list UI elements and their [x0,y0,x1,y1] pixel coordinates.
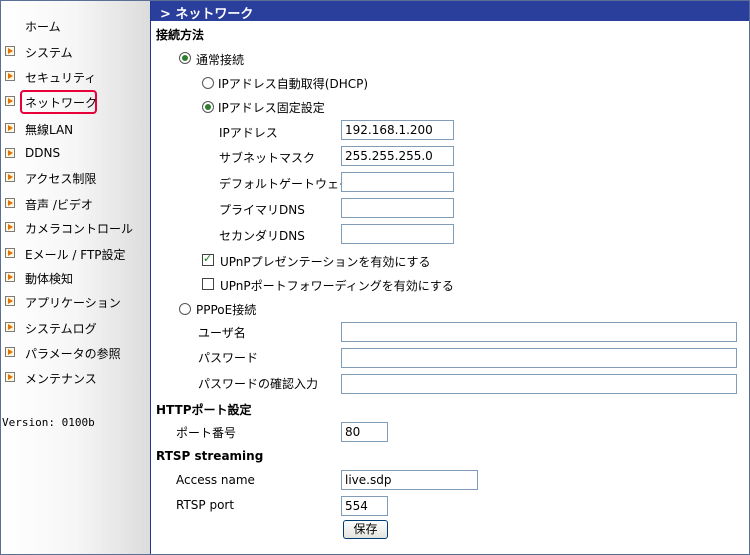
gateway-input[interactable] [341,172,454,192]
dhcp-label: IPアドレス自動取得(DHCP) [218,77,369,91]
arrow-icon [5,96,15,106]
arrow-icon [5,296,15,306]
sidebar-item-security[interactable]: セキュリティ [1,66,149,88]
connection-section-title: 接続方法 [156,28,205,42]
primary-dns-input[interactable] [341,198,454,218]
ip-address-input[interactable]: 192.168.1.200 [341,120,454,140]
sidebar-item-label: DDNS [25,146,61,160]
sidebar-item-application[interactable]: アプリケーション [1,291,149,313]
sidebar-item-network[interactable]: ネットワーク [1,90,149,114]
sidebar-item-label: アプリケーション [25,296,121,310]
http-section-title: HTTPポート設定 [156,403,252,417]
arrow-icon [5,46,15,56]
password-label: パスワード [198,351,259,365]
arrow-icon [5,71,15,81]
arrow-icon [5,172,15,182]
password-input[interactable] [341,348,737,368]
username-label: ユーザ名 [198,326,246,340]
sidebar-item-label: 動体検知 [25,272,74,286]
pppoe-radio[interactable] [179,303,191,315]
arrow-icon [5,322,15,332]
arrow-icon [5,347,15,357]
dhcp-radio[interactable] [202,77,214,89]
rtsp-port-input[interactable]: 554 [341,496,388,516]
sidebar-item-ddns[interactable]: DDNS [1,143,149,165]
http-port-label: ポート番号 [176,426,237,440]
secondary-dns-input[interactable] [341,224,454,244]
arrow-icon [5,123,15,133]
arrow-icon [5,222,15,232]
network-settings-form: 接続方法 通常接続 IPアドレス自動取得(DHCP) IPアドレス固定設定 IP… [151,21,749,554]
sidebar-item-label: メンテナンス [25,372,97,386]
sidebar-item-motion-detection[interactable]: 動体検知 [1,267,149,289]
static-ip-radio[interactable] [202,101,214,113]
sidebar: ホーム システム セキュリティ ネットワーク 無線LAN DDNS アクセス制限 [1,1,151,554]
sidebar-item-parameter-reference[interactable]: パラメータの参照 [1,342,149,364]
pppoe-label: PPPoE接続 [196,303,257,317]
upnp-presentation-label: UPnPプレゼンテーションを有効にする [220,255,431,269]
rtsp-section-title: RTSP streaming [156,449,264,463]
upnp-port-forwarding-checkbox[interactable] [202,278,214,290]
http-port-input[interactable]: 80 [341,422,388,442]
upnp-presentation-checkbox[interactable] [202,252,214,266]
secondary-dns-label: セカンダリDNS [219,229,305,243]
sidebar-item-label: 音声 /ビデオ [25,198,93,212]
sidebar-item-label: Eメール / FTP設定 [25,248,126,262]
rtsp-access-name-label: Access name [176,473,255,487]
sidebar-item-label: パラメータの参照 [25,347,121,361]
sidebar-item-system[interactable]: システム [1,41,149,63]
normal-connection-radio[interactable] [179,52,191,64]
rtsp-port-label: RTSP port [176,498,235,512]
sidebar-item-access-restriction[interactable]: アクセス制限 [1,167,149,189]
sidebar-item-label: 無線LAN [25,123,74,137]
password-confirm-label: パスワードの確認入力 [198,377,319,391]
page-frame: ホーム システム セキュリティ ネットワーク 無線LAN DDNS アクセス制限 [0,0,750,555]
sidebar-item-label: ネットワーク [25,96,98,110]
arrow-icon [5,248,15,258]
arrow-icon [5,148,15,158]
upnp-port-forwarding-label: UPnPポートフォワーディングを有効にする [220,279,454,293]
primary-dns-label: プライマリDNS [219,203,305,217]
subnet-mask-label: サブネットマスク [219,151,316,165]
sidebar-item-home[interactable]: ホーム [1,15,149,37]
ip-address-label: IPアドレス [219,126,278,140]
sidebar-item-audio-video[interactable]: 音声 /ビデオ [1,193,149,215]
sidebar-item-maintenance[interactable]: メンテナンス [1,367,149,389]
sidebar-item-label: セキュリティ [25,71,97,85]
gateway-label: デフォルトゲートウェイ [219,177,352,191]
rtsp-access-name-input[interactable]: live.sdp [341,470,478,490]
sidebar-item-label: ホーム [25,20,61,34]
version-text: Version: 0100b [2,416,95,429]
sidebar-item-label: システムログ [25,322,97,336]
subnet-mask-input[interactable]: 255.255.255.0 [341,146,454,166]
sidebar-item-label: システム [25,46,73,60]
sidebar-item-system-log[interactable]: システムログ [1,317,149,339]
save-button[interactable]: 保存 [343,520,388,539]
password-confirm-input[interactable] [341,374,737,394]
arrow-icon [5,198,15,208]
sidebar-item-label: カメラコントロール [25,222,134,236]
sidebar-item-email-ftp[interactable]: Eメール / FTP設定 [1,243,149,265]
static-ip-label: IPアドレス固定設定 [218,101,325,115]
sidebar-item-label: アクセス制限 [25,172,97,186]
arrow-icon [5,272,15,282]
sidebar-item-wireless-lan[interactable]: 無線LAN [1,118,149,140]
username-input[interactable] [341,322,737,342]
page-header: > ネットワーク [151,1,749,22]
page-title: > ネットワーク [160,7,254,22]
normal-connection-label: 通常接続 [196,53,245,67]
sidebar-item-camera-control[interactable]: カメラコントロール [1,217,149,239]
arrow-icon [5,372,15,382]
